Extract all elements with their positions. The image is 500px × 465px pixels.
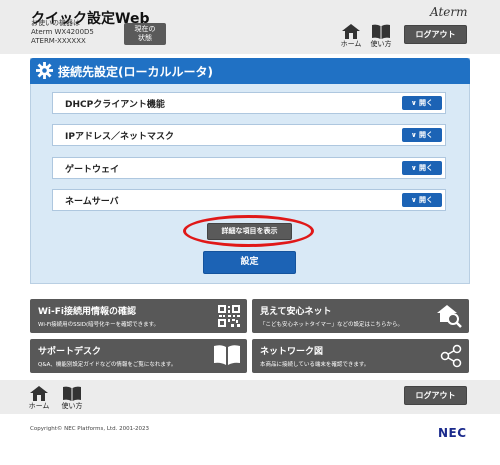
open-button[interactable]: ∨ 開く (402, 96, 442, 110)
current-status-button[interactable]: 現在の 状態 (124, 23, 166, 45)
logout-button[interactable]: ログアウト (404, 25, 467, 44)
network-share-icon (440, 344, 462, 368)
tile-title: ネットワーク図 (260, 347, 324, 357)
status-button-line-2: 状態 (138, 34, 152, 42)
submit-settings-button[interactable]: 設定 (203, 251, 296, 274)
home-label: ホーム (340, 40, 362, 48)
tile-mieru-anshin[interactable]: 見えて安心ネット 「こども安心ネットタイマー」などの設定はこちらから。 (252, 299, 469, 333)
book-icon (372, 24, 390, 39)
device-model: Aterm WX4200D5 (31, 28, 94, 36)
device-name: ATERM-XXXXXX (31, 37, 86, 45)
footer-help-link[interactable]: 使い方 (60, 386, 84, 411)
device-label: お使いの機器は (31, 19, 80, 27)
tile-desc: 本商品に接続している端末を確認できます。 (260, 362, 370, 368)
tile-title: Wi-Fi接続用情報の確認 (38, 307, 136, 317)
section-label: DHCPクライアント機能 (65, 100, 165, 110)
section-dhcp[interactable]: DHCPクライアント機能 ∨ 開く (52, 92, 446, 114)
tile-network-map[interactable]: ネットワーク図 本商品に接続している端末を確認できます。 (252, 339, 469, 373)
nec-logo: NEC (438, 426, 467, 440)
tile-support-desk[interactable]: サポートデスク Q&A、機能別設定ガイドなどの情報をご覧になれます。 (30, 339, 247, 373)
book-icon (214, 345, 240, 365)
copyright-text: Copyright© NEC Platforms, Ltd. 2001-2023 (30, 426, 150, 432)
brand-logo: Aterm (430, 5, 468, 19)
status-button-line-1: 現在の (134, 25, 156, 33)
tile-desc: Q&A、機能別設定ガイドなどの情報をご覧になれます。 (38, 362, 177, 368)
panel-title: 接続先設定(ローカルルータ) (58, 65, 213, 79)
section-name-server[interactable]: ネームサーバ ∨ 開く (52, 189, 446, 211)
home-search-icon (437, 305, 462, 328)
gear-icon (36, 62, 53, 79)
home-icon (30, 386, 48, 401)
footer-logout-button[interactable]: ログアウト (404, 386, 467, 405)
section-label: ゲートウェイ (65, 165, 120, 175)
tile-desc: Wi-Fi接続用のSSID(暗号化キーを確認できます。 (38, 322, 160, 328)
open-button[interactable]: ∨ 開く (402, 193, 442, 207)
help-link[interactable]: 使い方 (369, 24, 393, 49)
section-label: IPアドレス／ネットマスク (65, 132, 174, 142)
tile-title: サポートデスク (38, 347, 102, 357)
qr-code-icon (217, 304, 241, 328)
section-label: ネームサーバ (65, 197, 119, 207)
footer-help-label: 使い方 (61, 402, 83, 410)
show-details-button[interactable]: 詳細な項目を表示 (207, 223, 292, 240)
home-link[interactable]: ホーム (340, 24, 362, 49)
tile-desc: 「こども安心ネットタイマー」などの設定はこちらから。 (260, 322, 404, 328)
tile-wifi-info[interactable]: Wi-Fi接続用情報の確認 Wi-Fi接続用のSSID(暗号化キーを確認できます… (30, 299, 247, 333)
book-icon (63, 386, 81, 401)
section-ip-netmask[interactable]: IPアドレス／ネットマスク ∨ 開く (52, 124, 446, 146)
footer-home-label: ホーム (28, 402, 50, 410)
tile-title: 見えて安心ネット (260, 307, 332, 317)
open-button[interactable]: ∨ 開く (402, 161, 442, 175)
section-gateway[interactable]: ゲートウェイ ∨ 開く (52, 157, 446, 179)
footer-home-link[interactable]: ホーム (28, 386, 50, 411)
help-label: 使い方 (370, 40, 392, 48)
open-button[interactable]: ∨ 開く (402, 128, 442, 142)
home-icon (342, 24, 360, 39)
